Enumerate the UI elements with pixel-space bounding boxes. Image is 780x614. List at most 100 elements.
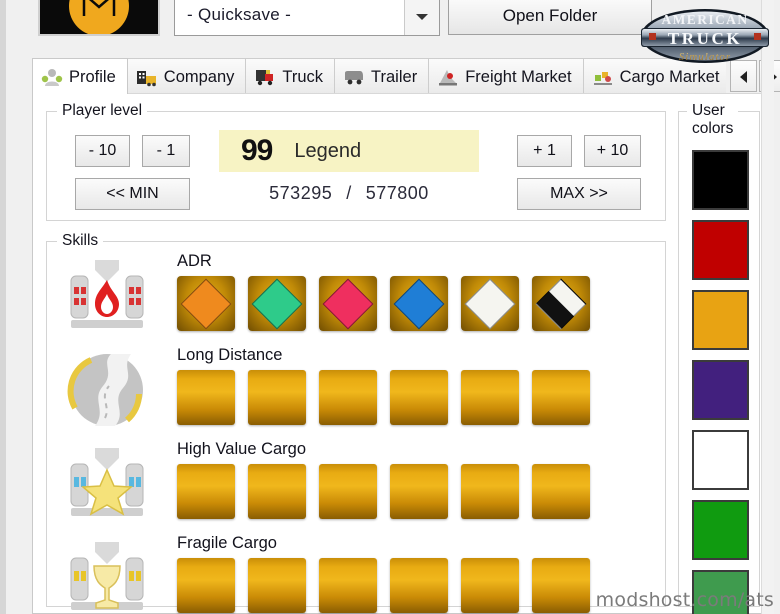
skill-name-long-distance: Long Distance bbox=[177, 346, 283, 364]
skill-pip[interactable] bbox=[532, 558, 590, 613]
xp-progress-row: 573295 / 577800 bbox=[219, 180, 479, 206]
tab-freight-market[interactable]: Freight Market bbox=[429, 58, 584, 94]
tab-trailer[interactable]: Trailer bbox=[335, 58, 430, 94]
skill-row-fragile-cargo: Fragile Cargo bbox=[59, 532, 655, 614]
color-swatch-black[interactable] bbox=[692, 150, 749, 210]
tab-company-label: Company bbox=[163, 67, 235, 86]
fragile-cargo-pip-row bbox=[177, 558, 590, 613]
window-right-edge bbox=[761, 0, 774, 614]
flammable-badge[interactable] bbox=[319, 276, 377, 331]
skill-pip[interactable] bbox=[461, 464, 519, 519]
window-client-area: - Quicksave - Open Folder AMERICAN TRUCK… bbox=[12, 0, 780, 614]
chevron-left-icon bbox=[740, 71, 747, 83]
tab-scroll-viewport: Profile Company Truck Trailer Freight Ma… bbox=[32, 58, 726, 95]
user-colors-group: User colors bbox=[678, 102, 760, 614]
star-cargo-icon bbox=[65, 442, 149, 526]
skill-pip[interactable] bbox=[390, 464, 448, 519]
save-select-value: - Quicksave - bbox=[187, 5, 292, 24]
color-swatch-red[interactable] bbox=[692, 220, 749, 280]
skill-pip[interactable] bbox=[177, 370, 235, 425]
tab-trailer-label: Trailer bbox=[371, 67, 418, 86]
save-select[interactable]: - Quicksave - bbox=[174, 0, 440, 36]
skill-pip[interactable] bbox=[319, 370, 377, 425]
profile-tab-page: Player level - 10 - 1 << MIN + 1 + 10 MA… bbox=[32, 93, 772, 614]
freight-market-icon bbox=[437, 67, 459, 87]
level-number: 99 bbox=[241, 134, 273, 167]
level-display[interactable]: 99 Legend bbox=[219, 130, 479, 172]
color-swatch-purple[interactable] bbox=[692, 360, 749, 420]
skill-row-high-value-cargo: High Value Cargo bbox=[59, 438, 655, 532]
truck-icon bbox=[254, 67, 276, 87]
color-swatch-amber[interactable] bbox=[692, 290, 749, 350]
skill-pip[interactable] bbox=[532, 370, 590, 425]
color-swatch-green[interactable] bbox=[692, 500, 749, 560]
skill-name-high-value-cargo: High Value Cargo bbox=[177, 440, 307, 458]
skill-pip[interactable] bbox=[248, 558, 306, 613]
skill-pip[interactable] bbox=[248, 464, 306, 519]
user-colors-group-title: User colors bbox=[687, 102, 739, 138]
site-watermark: modshost.com/ats bbox=[595, 589, 774, 611]
skill-name-fragile-cargo: Fragile Cargo bbox=[177, 534, 277, 552]
american-truck-simulator-logo: AMERICAN TRUCK Simulator bbox=[641, 9, 769, 63]
level-rank-name: Legend bbox=[294, 139, 362, 162]
svg-text:TRUCK: TRUCK bbox=[668, 29, 742, 48]
tab-list: Profile Company Truck Trailer Freight Ma… bbox=[32, 58, 726, 94]
skill-pip[interactable] bbox=[248, 370, 306, 425]
xp-current-value: 573295 bbox=[269, 182, 333, 203]
long-distance-pip-row bbox=[177, 370, 590, 425]
skill-row-adr: ADR bbox=[59, 250, 655, 344]
skill-pip[interactable] bbox=[319, 464, 377, 519]
level-max-button[interactable]: MAX >> bbox=[517, 178, 641, 210]
open-folder-button[interactable]: Open Folder bbox=[448, 0, 652, 35]
save-select-dropdown-button[interactable] bbox=[404, 0, 439, 35]
corrosive-badge[interactable] bbox=[532, 276, 590, 331]
skill-pip[interactable] bbox=[177, 464, 235, 519]
company-icon bbox=[136, 67, 158, 87]
winding-road-icon bbox=[65, 348, 149, 432]
color-swatch-white[interactable] bbox=[692, 430, 749, 490]
skill-pip[interactable] bbox=[461, 370, 519, 425]
skill-pip[interactable] bbox=[390, 558, 448, 613]
tab-truck-label: Truck bbox=[282, 67, 324, 86]
xp-total-value: 577800 bbox=[365, 182, 429, 203]
profile-icon bbox=[41, 67, 63, 87]
skill-pip[interactable] bbox=[319, 558, 377, 613]
high-value-cargo-pip-row bbox=[177, 464, 590, 519]
skill-pip[interactable] bbox=[461, 558, 519, 613]
adr-flame-icon bbox=[65, 254, 149, 338]
explosives-badge[interactable] bbox=[177, 276, 235, 331]
skills-group: Skills ADR Long Distance High Value Carg… bbox=[46, 232, 666, 613]
chevron-down-icon bbox=[416, 14, 428, 20]
level-plus-10-button[interactable]: + 10 bbox=[584, 135, 641, 167]
player-level-group-title: Player level bbox=[57, 102, 148, 119]
xp-separator: / bbox=[346, 182, 352, 203]
player-level-group: Player level - 10 - 1 << MIN + 1 + 10 MA… bbox=[46, 102, 666, 221]
skill-pip[interactable] bbox=[532, 464, 590, 519]
non-flammable-gas-badge[interactable] bbox=[248, 276, 306, 331]
toxic-badge[interactable] bbox=[461, 276, 519, 331]
tab-freight-market-label: Freight Market bbox=[465, 67, 572, 86]
level-minus-10-button[interactable]: - 10 bbox=[75, 135, 130, 167]
trailer-icon bbox=[343, 67, 365, 87]
tab-company[interactable]: Company bbox=[127, 58, 247, 94]
profile-avatar[interactable] bbox=[38, 0, 160, 36]
tab-profile-label: Profile bbox=[69, 67, 116, 86]
skill-pip[interactable] bbox=[177, 558, 235, 613]
cargo-market-icon bbox=[592, 67, 614, 87]
tab-profile[interactable]: Profile bbox=[32, 58, 128, 94]
svg-text:AMERICAN: AMERICAN bbox=[662, 12, 749, 27]
adr-badge-row bbox=[177, 276, 590, 331]
avatar-chevron-icon bbox=[82, 0, 116, 16]
fragile-glass-icon bbox=[65, 536, 149, 614]
skills-group-title: Skills bbox=[57, 232, 104, 249]
level-minus-1-button[interactable]: - 1 bbox=[142, 135, 190, 167]
skill-row-long-distance: Long Distance bbox=[59, 344, 655, 438]
tab-truck[interactable]: Truck bbox=[246, 58, 336, 94]
skill-name-adr: ADR bbox=[177, 252, 212, 270]
flammable-liquid-badge[interactable] bbox=[390, 276, 448, 331]
level-plus-1-button[interactable]: + 1 bbox=[517, 135, 572, 167]
skill-pip[interactable] bbox=[390, 370, 448, 425]
level-min-button[interactable]: << MIN bbox=[75, 178, 190, 210]
svg-text:Simulator: Simulator bbox=[679, 51, 731, 63]
application-window: - Quicksave - Open Folder AMERICAN TRUCK… bbox=[0, 0, 780, 614]
